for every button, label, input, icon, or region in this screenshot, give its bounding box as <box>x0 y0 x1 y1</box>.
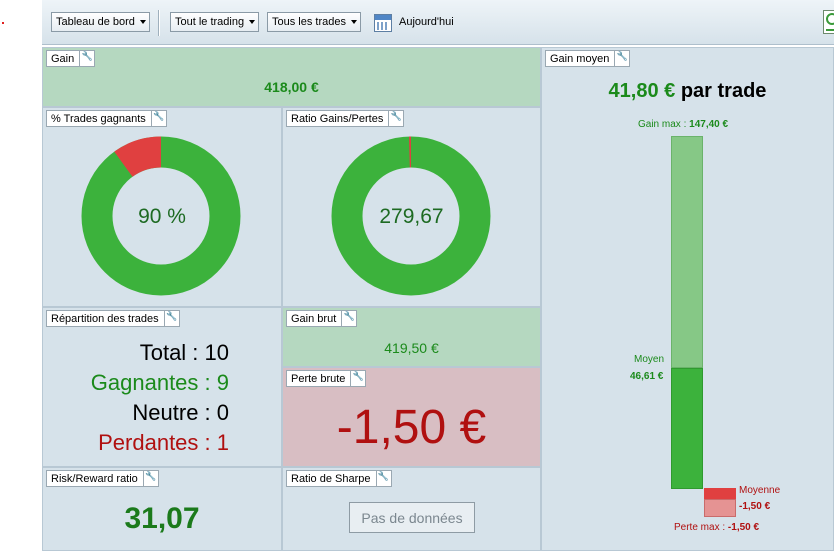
average-gain-panel: Gain moyen 41,80 € par trade Gain max : … <box>541 47 834 551</box>
average-gain-title: Gain moyen <box>550 53 610 65</box>
max-gain-label: Gain max : <box>638 119 687 130</box>
chart-icon[interactable] <box>823 10 834 34</box>
wrench-icon[interactable] <box>142 470 158 487</box>
wrench-icon[interactable] <box>150 110 166 127</box>
max-gain-row: Gain max : 147,40 € <box>638 119 728 130</box>
average-loss-bar <box>704 488 736 499</box>
today-button[interactable]: Aujourd'hui <box>399 16 454 28</box>
gross-gain-title: Gain brut <box>291 313 337 325</box>
ratio-gains-value: 279,67 <box>379 205 444 228</box>
no-data-button[interactable]: Pas de données <box>349 502 475 533</box>
losing-trades: Perdantes : 1 <box>98 430 229 455</box>
ratio-gains-panel: Ratio Gains/Pertes 279,67 <box>282 107 541 307</box>
gross-gain-value: 419,50 € <box>384 340 439 356</box>
gross-loss-panel: Perte brute -1,50 € <box>282 367 541 467</box>
panel-title: Ratio de Sharpe <box>286 470 392 487</box>
winning-trades: Gagnantes : 9 <box>90 370 229 395</box>
gain-panel: Gain 418,00 € <box>42 47 541 107</box>
average-value: 46,61 € <box>630 371 664 382</box>
sharpe-title: Ratio de Sharpe <box>291 473 371 485</box>
trades-dropdown[interactable]: Tous les trades <box>267 12 361 32</box>
average-gain-value: 41,80 € <box>608 80 676 102</box>
chevron-down-icon <box>249 20 256 24</box>
panel-title: Ratio Gains/Pertes <box>286 110 405 127</box>
max-loss-label: Perte max : <box>674 522 726 533</box>
gross-gain-panel: Gain brut 419,50 € <box>282 307 541 367</box>
wrench-icon[interactable] <box>375 470 391 487</box>
wrench-icon[interactable] <box>350 370 365 387</box>
average-gain-heading: 41,80 € par trade <box>542 80 833 103</box>
gross-loss-title: Perte brute <box>291 373 346 385</box>
dashboard-dropdown-label: Tableau de bord <box>56 16 135 28</box>
max-loss-bar <box>704 499 736 517</box>
gain-title: Gain <box>51 53 75 65</box>
max-gain-value: 147,40 € <box>689 119 729 130</box>
average-loss-label: Moyenne <box>739 485 781 496</box>
max-loss-row: Perte max : -1,50 € <box>674 522 759 533</box>
panel-title: Répartition des trades <box>46 310 180 327</box>
trading-dropdown[interactable]: Tout le trading <box>170 12 260 32</box>
sharpe-panel: Ratio de Sharpe Pas de données <box>282 467 541 551</box>
panel-title: Perte brute <box>286 370 367 387</box>
repartition-title: Répartition des trades <box>51 313 159 325</box>
average-gain-bar <box>671 368 703 489</box>
panel-title: Gain moyen <box>545 50 631 67</box>
wrench-icon[interactable] <box>614 50 629 67</box>
toolbar: Tableau de bord Tout le trading Tous les… <box>42 0 834 45</box>
neutral-trades: Neutre : 0 <box>132 400 229 425</box>
max-loss-value: -1,50 € <box>727 522 760 533</box>
panel-title: % Trades gagnants <box>46 110 167 127</box>
max-gain-bar <box>671 136 703 368</box>
risk-reward-title: Risk/Reward ratio <box>51 473 138 485</box>
wrench-icon[interactable] <box>79 50 94 67</box>
panel-title: Gain <box>46 50 96 67</box>
wrench-icon[interactable] <box>388 110 403 127</box>
win-percent-title: % Trades gagnants <box>51 113 146 125</box>
gain-value: 418,00 € <box>264 79 319 95</box>
trades-dropdown-label: Tous les trades <box>272 16 346 28</box>
average-gain-suffix: par trade <box>680 80 767 102</box>
total-trades: Total : 10 <box>139 340 229 365</box>
win-percent-panel: % Trades gagnants 90 % <box>42 107 282 307</box>
calendar-icon[interactable] <box>374 14 392 32</box>
average-loss-value: -1,50 € <box>739 501 771 512</box>
gross-loss-value: -1,50 € <box>336 401 487 454</box>
risk-reward-value: 31,07 <box>124 502 200 535</box>
repartition-panel: Répartition des trades Total : 10 Gagnan… <box>42 307 282 467</box>
trading-dropdown-label: Tout le trading <box>175 16 245 28</box>
average-label: Moyen <box>634 354 665 365</box>
dashboard-dropdown[interactable]: Tableau de bord <box>51 12 150 32</box>
red-marker <box>2 22 4 24</box>
toolbar-separator <box>158 10 160 36</box>
wrench-icon[interactable] <box>341 310 356 327</box>
panel-title: Risk/Reward ratio <box>46 470 159 487</box>
win-percent-value: 90 % <box>138 205 186 228</box>
risk-reward-panel: Risk/Reward ratio 31,07 <box>42 467 282 551</box>
chevron-down-icon <box>139 20 146 24</box>
panel-title: Gain brut <box>286 310 358 327</box>
wrench-icon[interactable] <box>163 310 179 327</box>
chevron-down-icon <box>350 20 357 24</box>
ratio-gains-title: Ratio Gains/Pertes <box>291 113 384 125</box>
